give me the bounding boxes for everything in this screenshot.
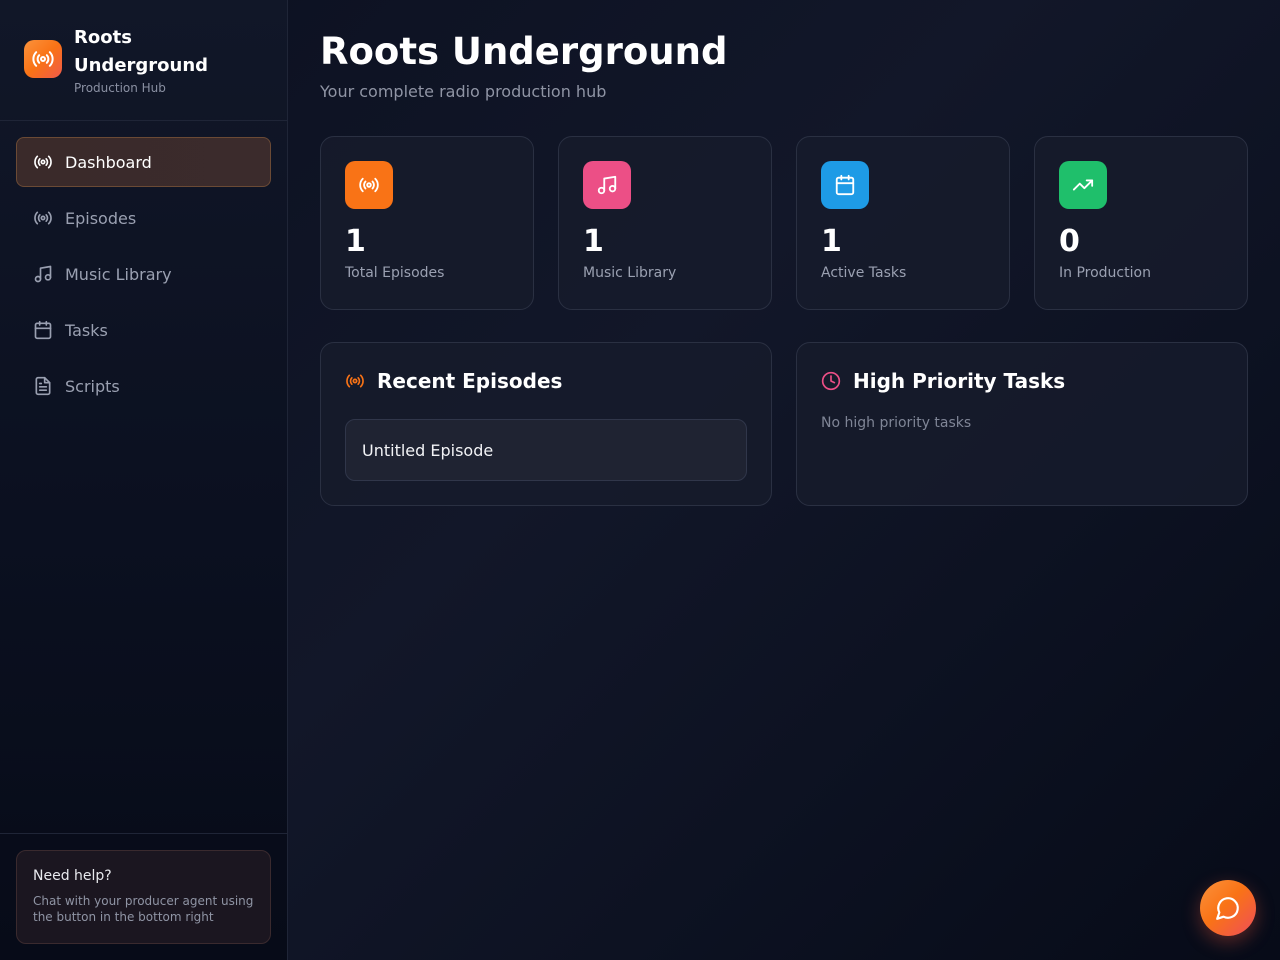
help-text: Chat with your producer agent using the …: [33, 894, 254, 924]
app-title: Roots Underground: [74, 27, 209, 76]
sidebar-item-tasks[interactable]: Tasks: [16, 305, 271, 355]
stat-value: 1: [821, 224, 842, 259]
stats-row: 1 Total Episodes 1 Music Library 1 Activ…: [320, 136, 1248, 310]
panel-title: High Priority Tasks: [853, 369, 1066, 393]
sidebar-item-music-library[interactable]: Music Library: [16, 249, 271, 299]
recent-episodes-panel: Recent Episodes Untitled Episode: [320, 342, 772, 506]
stat-card-in-production: 0 In Production: [1034, 136, 1248, 310]
stat-card-active-tasks: 1 Active Tasks: [796, 136, 1010, 310]
episode-list-item[interactable]: Untitled Episode: [345, 419, 747, 481]
episode-title: Untitled Episode: [362, 440, 494, 460]
radio-icon: [345, 371, 365, 391]
stat-label: Music Library: [583, 265, 677, 281]
sidebar: Roots Underground Production Hub Dashboa…: [0, 0, 288, 960]
stat-value: 0: [1059, 224, 1080, 259]
sidebar-item-scripts[interactable]: Scripts: [16, 361, 271, 411]
radio-icon: [33, 152, 53, 172]
help-title: Need help?: [33, 868, 112, 884]
sidebar-item-dashboard[interactable]: Dashboard: [16, 137, 271, 187]
document-icon: [33, 376, 53, 396]
sidebar-item-label: Music Library: [65, 264, 172, 284]
sidebar-item-episodes[interactable]: Episodes: [16, 193, 271, 243]
empty-state-text: No high priority tasks: [821, 415, 972, 431]
radio-icon: [33, 208, 53, 228]
calendar-icon: [821, 161, 869, 209]
music-icon: [583, 161, 631, 209]
sidebar-nav: Dashboard Episodes Music Library Tasks S…: [0, 121, 287, 411]
stat-value: 1: [345, 224, 366, 259]
stat-label: Active Tasks: [821, 265, 907, 281]
chat-button[interactable]: [1200, 880, 1256, 936]
brand: Roots Underground Production Hub: [0, 0, 287, 121]
sidebar-item-label: Episodes: [65, 208, 137, 228]
trending-up-icon: [1059, 161, 1107, 209]
help-card: Need help? Chat with your producer agent…: [16, 850, 271, 944]
help-section: Need help? Chat with your producer agent…: [0, 833, 287, 960]
chat-bubble-icon: [1215, 895, 1241, 921]
page-subtitle: Your complete radio production hub: [320, 82, 607, 101]
radio-icon: [24, 40, 62, 78]
radio-icon: [345, 161, 393, 209]
panel-title: Recent Episodes: [377, 369, 563, 393]
panels-row: Recent Episodes Untitled Episode High Pr…: [320, 342, 1248, 506]
app-subtitle: Production Hub: [74, 81, 166, 95]
sidebar-item-label: Scripts: [65, 376, 120, 396]
stat-value: 1: [583, 224, 604, 259]
main-content: Roots Underground Your complete radio pr…: [320, 0, 1248, 506]
stat-label: Total Episodes: [345, 265, 445, 281]
stat-card-total-episodes: 1 Total Episodes: [320, 136, 534, 310]
stat-card-music-library: 1 Music Library: [558, 136, 772, 310]
page-title: Roots Underground: [320, 30, 728, 73]
sidebar-item-label: Tasks: [65, 320, 108, 340]
high-priority-tasks-panel: High Priority Tasks No high priority tas…: [796, 342, 1248, 506]
calendar-icon: [33, 320, 53, 340]
sidebar-item-label: Dashboard: [65, 152, 152, 172]
clock-icon: [821, 371, 841, 391]
stat-label: In Production: [1059, 265, 1151, 281]
music-icon: [33, 264, 53, 284]
